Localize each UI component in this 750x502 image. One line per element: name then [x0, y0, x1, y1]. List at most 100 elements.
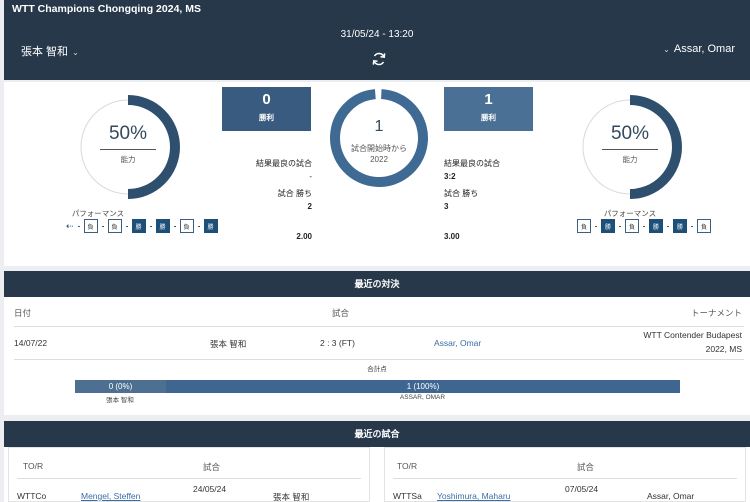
- recent-player: Assar, Omar: [647, 491, 695, 501]
- wins-label-left: 勝利: [259, 113, 274, 122]
- divider: [17, 478, 361, 479]
- match-header: WTT Champions Chongqing 2024, MS 31/05/2…: [4, 0, 750, 80]
- recent-section-title: 最近の試合: [4, 421, 750, 447]
- ability-gauge-left: 50% 能力: [76, 95, 180, 199]
- player-left-selector[interactable]: 張本 智和 ⌄: [21, 43, 83, 59]
- form-result: 勝: [649, 219, 663, 233]
- recent-panel: TO/R 試合 WTTCo Mengel, Steffen 24/05/24 張…: [4, 447, 750, 502]
- form-result: 負: [577, 219, 591, 233]
- total-points-label: 合計点: [367, 366, 387, 373]
- match-score: 2 : 3 (FT): [320, 338, 355, 348]
- best-result-value-left: -: [309, 172, 312, 181]
- form-connector: [595, 225, 597, 227]
- refresh-icon[interactable]: [370, 50, 388, 68]
- divider: [100, 149, 156, 150]
- recent-date: 07/05/24: [565, 484, 599, 494]
- extra-value-right: 3.00: [444, 232, 460, 241]
- ability-percent-right: 50%: [610, 123, 650, 144]
- player-right-selector[interactable]: ⌄ Assar, Omar: [659, 43, 735, 55]
- points-bar-left: 0 (0%): [75, 380, 166, 393]
- comparison-summary: 50% 能力 パフォーマンス ⇠ 負負勝勝負勝 0 勝利 1 試合開始時から 2…: [4, 82, 750, 266]
- recent-opponent-link[interactable]: Mengel, Steffen: [81, 491, 140, 501]
- recent-player: 張本 智和: [273, 492, 310, 502]
- form-result: 負: [625, 219, 639, 233]
- form-result: 負: [697, 219, 711, 233]
- ability-label-right: 能力: [622, 155, 638, 164]
- divider: [602, 149, 658, 150]
- ability-gauge-right: 50% 能力: [578, 95, 682, 199]
- form-result: 負: [179, 219, 194, 233]
- total-matches-label: 試合開始時から: [351, 144, 407, 153]
- table-row[interactable]: 14/07/22 張本 智和 2 : 3 (FT) Assar, Omar WT…: [14, 326, 744, 360]
- match-page: WTT Champions Chongqing 2024, MS 31/05/2…: [0, 0, 750, 502]
- match-player-right-link[interactable]: Assar, Omar: [434, 338, 481, 348]
- ability-label-left: 能力: [120, 155, 136, 164]
- form-connector: [77, 225, 80, 227]
- wins-count-right: 1: [484, 91, 493, 108]
- match-date: 14/07/22: [14, 338, 48, 348]
- col-tor-header: TO/R: [23, 461, 44, 471]
- form-result: 負: [107, 219, 122, 233]
- total-matches-year: 2022: [370, 155, 388, 164]
- form-connector: [691, 225, 693, 227]
- arrow-left-icon: ⇠: [66, 220, 74, 231]
- points-bar: 0 (0%) 1 (100%): [75, 380, 680, 393]
- chevron-down-icon: ⌄: [663, 45, 670, 54]
- form-connector: [667, 225, 669, 227]
- form-result: 負: [83, 219, 98, 233]
- recent-right-column: TO/R 試合 WTTSa Yoshimura, Maharu 07/05/24…: [384, 447, 746, 502]
- recent-date: 24/05/24: [193, 484, 227, 494]
- best-result-value-right: 3:2: [444, 172, 456, 181]
- match-datetime: 31/05/24 - 13:20: [340, 29, 414, 40]
- form-result: 勝: [601, 219, 615, 233]
- recent-opponent-link[interactable]: Yoshimura, Maharu: [437, 491, 510, 501]
- divider: [393, 478, 737, 479]
- total-ring: [330, 89, 428, 187]
- match-tournament-line1: WTT Contender Budapest: [643, 330, 742, 340]
- match-tournament-line2: 2022, MS: [705, 344, 742, 354]
- match-player-left: 張本 智和: [210, 339, 247, 349]
- match-wins-value-right: 3: [444, 202, 449, 211]
- form-strip-right: 負勝負勝勝負: [577, 219, 711, 233]
- col-match-header: 試合: [577, 462, 595, 472]
- extra-value-left: 2.00: [296, 232, 312, 241]
- col-date-header: 日付: [14, 308, 32, 318]
- total-matches-ring: 1 試合開始時から 2022: [329, 88, 429, 188]
- points-bar-right-name: ASSAR, OMAR: [399, 394, 446, 401]
- chevron-down-icon: ⌄: [72, 48, 79, 57]
- best-result-label-left: 結果最良の試合: [256, 159, 312, 168]
- form-strip-left: ⇠ 負負勝勝負勝: [66, 219, 218, 233]
- wins-label-right: 勝利: [481, 113, 496, 122]
- form-connector: [125, 225, 128, 227]
- ability-percent-left: 50%: [108, 123, 148, 144]
- points-bar-right: 1 (100%): [166, 380, 680, 393]
- form-connector: [149, 225, 152, 227]
- col-tor-header: TO/R: [397, 461, 418, 471]
- form-result: 勝: [673, 219, 687, 233]
- wins-box-right: 1 勝利: [444, 87, 533, 131]
- competition-title: WTT Champions Chongqing 2024, MS: [12, 3, 201, 15]
- wins-count-left: 0: [262, 91, 271, 108]
- recent-tour: WTTSa: [393, 491, 422, 501]
- recent-left-column: TO/R 試合 WTTCo Mengel, Steffen 24/05/24 張…: [8, 447, 370, 502]
- form-connector: [197, 225, 200, 227]
- col-tournament-header: トーナメント: [690, 308, 742, 318]
- h2h-section-title: 最近の対決: [4, 271, 750, 297]
- ability-ring-left: [80, 95, 180, 199]
- col-match-header: 試合: [332, 308, 350, 318]
- form-result: 勝: [131, 219, 146, 233]
- form-result: 勝: [203, 219, 218, 233]
- match-wins-label-right: 試合 勝ち: [444, 189, 479, 198]
- player-right-name: Assar, Omar: [673, 43, 735, 55]
- performance-label-left: パフォーマンス: [71, 209, 125, 218]
- wins-box-left: 0 勝利: [222, 87, 311, 131]
- h2h-panel: 日付 試合 トーナメント 14/07/22 張本 智和 2 : 3 (FT) A…: [4, 297, 750, 415]
- ability-ring-right: [582, 95, 682, 199]
- player-left-name: 張本 智和: [21, 46, 69, 58]
- form-connector: [101, 225, 104, 227]
- match-wins-label-left: 試合 勝ち: [277, 189, 312, 198]
- form-result: 勝: [155, 219, 170, 233]
- match-wins-value-left: 2: [307, 202, 312, 211]
- form-connector: [643, 225, 645, 227]
- form-connector: [619, 225, 621, 227]
